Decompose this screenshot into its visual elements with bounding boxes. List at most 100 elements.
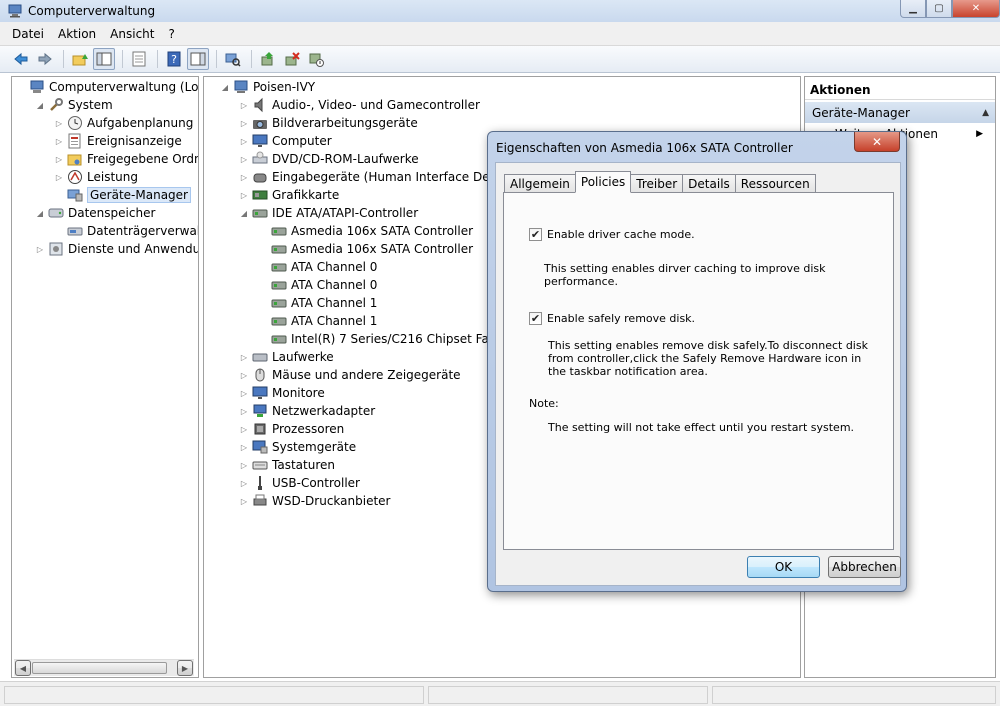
update-driver-button[interactable] <box>257 48 279 70</box>
actions-section-device-manager[interactable]: Geräte-Manager ▲ <box>805 102 995 123</box>
device-tree-item[interactable]: ATA Channel 1 <box>258 312 377 330</box>
expanded-arrow-icon[interactable]: ◢ <box>35 101 45 110</box>
collapsed-arrow-icon[interactable]: ▷ <box>239 389 249 398</box>
collapsed-arrow-icon[interactable]: ▷ <box>239 155 249 164</box>
scroll-left-button[interactable]: ◀ <box>15 660 31 676</box>
ok-button[interactable]: OK <box>747 556 820 578</box>
device-tree-item[interactable]: ▷ Grafikkarte <box>239 186 339 204</box>
device-tree-item[interactable]: ▷ Laufwerke <box>239 348 334 366</box>
dialog-close-button[interactable]: ✕ <box>854 132 900 152</box>
device-tree-item[interactable]: ▷ DVD/CD-ROM-Laufwerke <box>239 150 419 168</box>
tab-ressourcen[interactable]: Ressourcen <box>734 174 816 193</box>
collapsed-arrow-icon[interactable]: ▷ <box>239 443 249 452</box>
device-tree-item[interactable]: ◢ Poisen-IVY <box>220 78 315 96</box>
scroll-right-button[interactable]: ▶ <box>177 660 193 676</box>
device-tree-item[interactable]: ▷ Audio-, Video- und Gamecontroller <box>239 96 480 114</box>
collapsed-arrow-icon[interactable]: ▷ <box>35 245 45 254</box>
show-action-pane-button[interactable] <box>187 48 209 70</box>
collapsed-arrow-icon[interactable]: ▷ <box>54 137 64 146</box>
maximize-button[interactable]: ▢ <box>926 0 952 18</box>
update-driver-icon <box>261 52 273 66</box>
tree-item[interactable]: ▷ Dienste und Anwendungen <box>35 240 198 258</box>
tree-item[interactable]: ▷ Ereignisanzeige <box>54 132 182 150</box>
collapsed-arrow-icon[interactable]: ▷ <box>239 191 249 200</box>
collapsed-arrow-icon[interactable]: ▷ <box>239 101 249 110</box>
device-tree-item[interactable]: ▷ Bildverarbeitungsgeräte <box>239 114 418 132</box>
tree-item[interactable]: ◢ System <box>35 96 113 114</box>
tab-allgemein[interactable]: Allgemein <box>504 174 576 193</box>
expanded-arrow-icon[interactable]: ◢ <box>239 209 249 218</box>
device-tree-item[interactable]: ▷ Prozessoren <box>239 420 344 438</box>
scrollbar-thumb[interactable] <box>32 662 167 674</box>
tab-policies[interactable]: Policies <box>574 171 632 193</box>
device-tree-item[interactable]: ▷ Mäuse und andere Zeigegeräte <box>239 366 461 384</box>
collapsed-arrow-icon[interactable]: ▷ <box>239 371 249 380</box>
computer-management-icon <box>30 80 44 93</box>
horizontal-scrollbar[interactable]: ◀ ▶ <box>14 659 194 676</box>
collapsed-arrow-icon[interactable]: ▷ <box>239 137 249 146</box>
tree-item[interactable]: ◢ Datenspeicher <box>35 204 155 222</box>
collapsed-arrow-icon[interactable]: ▷ <box>239 479 249 488</box>
device-tree-item[interactable]: ▷ WSD-Druckanbieter <box>239 492 391 510</box>
close-window-button[interactable]: ✕ <box>952 0 1000 18</box>
device-tree-item[interactable]: ATA Channel 1 <box>258 294 377 312</box>
collapsed-arrow-icon[interactable]: ▷ <box>54 155 64 164</box>
driver-cache-option[interactable]: ✔ Enable driver cache mode. <box>529 228 695 241</box>
disable-device-button[interactable] <box>305 48 327 70</box>
tree-item[interactable]: ▷ Freigegebene Ordner <box>54 150 198 168</box>
tree-item-label: Datenträgerverwaltung <box>87 224 198 238</box>
collapse-up-icon[interactable]: ▲ <box>982 108 989 118</box>
device-tree-item[interactable]: ▷ Tastaturen <box>239 456 335 474</box>
collapsed-arrow-icon[interactable]: ▷ <box>239 173 249 182</box>
scan-hardware-button[interactable] <box>222 48 244 70</box>
properties-button[interactable] <box>128 48 150 70</box>
cancel-button[interactable]: Abbrechen <box>828 556 901 578</box>
forward-button[interactable] <box>34 48 56 70</box>
collapsed-arrow-icon[interactable]: ▷ <box>239 497 249 506</box>
ide-controller-icon <box>271 317 287 326</box>
collapsed-arrow-icon[interactable]: ▷ <box>239 461 249 470</box>
device-tree-item[interactable]: ▷ Netzwerkadapter <box>239 402 375 420</box>
device-tree-item[interactable]: ATA Channel 0 <box>258 258 377 276</box>
tree-item[interactable]: Geräte-Manager <box>54 186 191 204</box>
uninstall-button[interactable] <box>281 48 303 70</box>
menu-help[interactable]: ? <box>168 27 174 41</box>
menu-datei[interactable]: Datei <box>12 27 44 41</box>
tab-treiber[interactable]: Treiber <box>630 174 684 193</box>
help-button[interactable]: ? <box>163 48 185 70</box>
safely-remove-checkbox[interactable]: ✔ <box>529 312 542 325</box>
tree-item[interactable]: Datenträgerverwaltung <box>54 222 198 240</box>
device-tree-item[interactable]: ▷ Computer <box>239 132 332 150</box>
collapsed-arrow-icon[interactable]: ▷ <box>239 425 249 434</box>
device-tree-item[interactable]: ▷ Monitore <box>239 384 325 402</box>
device-tree-item[interactable]: ▷ Systemgeräte <box>239 438 356 456</box>
tab-details[interactable]: Details <box>682 174 736 193</box>
tree-item[interactable]: ▷ Leistung <box>54 168 138 186</box>
expanded-arrow-icon[interactable]: ◢ <box>35 209 45 218</box>
collapsed-arrow-icon[interactable]: ▷ <box>54 173 64 182</box>
collapsed-arrow-icon[interactable]: ▷ <box>239 407 249 416</box>
services-icon <box>49 242 63 256</box>
collapsed-arrow-icon[interactable]: ▷ <box>54 119 64 128</box>
safely-remove-option[interactable]: ✔ Enable safely remove disk. <box>529 312 695 325</box>
up-folder-button[interactable] <box>69 48 91 70</box>
minimize-button[interactable]: ▁ <box>900 0 926 18</box>
toolbar-separator <box>122 50 123 68</box>
collapsed-arrow-icon[interactable]: ▷ <box>239 119 249 128</box>
device-tree-item[interactable]: Asmedia 106x SATA Controller <box>258 240 473 258</box>
expanded-arrow-icon[interactable]: ◢ <box>220 83 230 92</box>
device-tree-item[interactable]: ATA Channel 0 <box>258 276 377 294</box>
device-tree-item[interactable]: Intel(R) 7 Series/C216 Chipset Family S <box>258 330 526 348</box>
tree-item[interactable]: ▷ Aufgabenplanung <box>54 114 193 132</box>
driver-cache-checkbox[interactable]: ✔ <box>529 228 542 241</box>
back-button[interactable] <box>10 48 32 70</box>
menu-ansicht[interactable]: Ansicht <box>110 27 154 41</box>
show-console-tree-button[interactable] <box>93 48 115 70</box>
tree-item[interactable]: Computerverwaltung (Lokal) <box>16 78 198 96</box>
collapsed-arrow-icon[interactable]: ▷ <box>239 353 249 362</box>
menu-aktion[interactable]: Aktion <box>58 27 96 41</box>
device-tree-item[interactable]: ◢ IDE ATA/ATAPI-Controller <box>239 204 418 222</box>
device-tree-item[interactable]: Asmedia 106x SATA Controller <box>258 222 473 240</box>
device-tree-item[interactable]: ▷ USB-Controller <box>239 474 360 492</box>
device-tree-item[interactable]: ▷ Eingabegeräte (Human Interface Devices) <box>239 168 525 186</box>
